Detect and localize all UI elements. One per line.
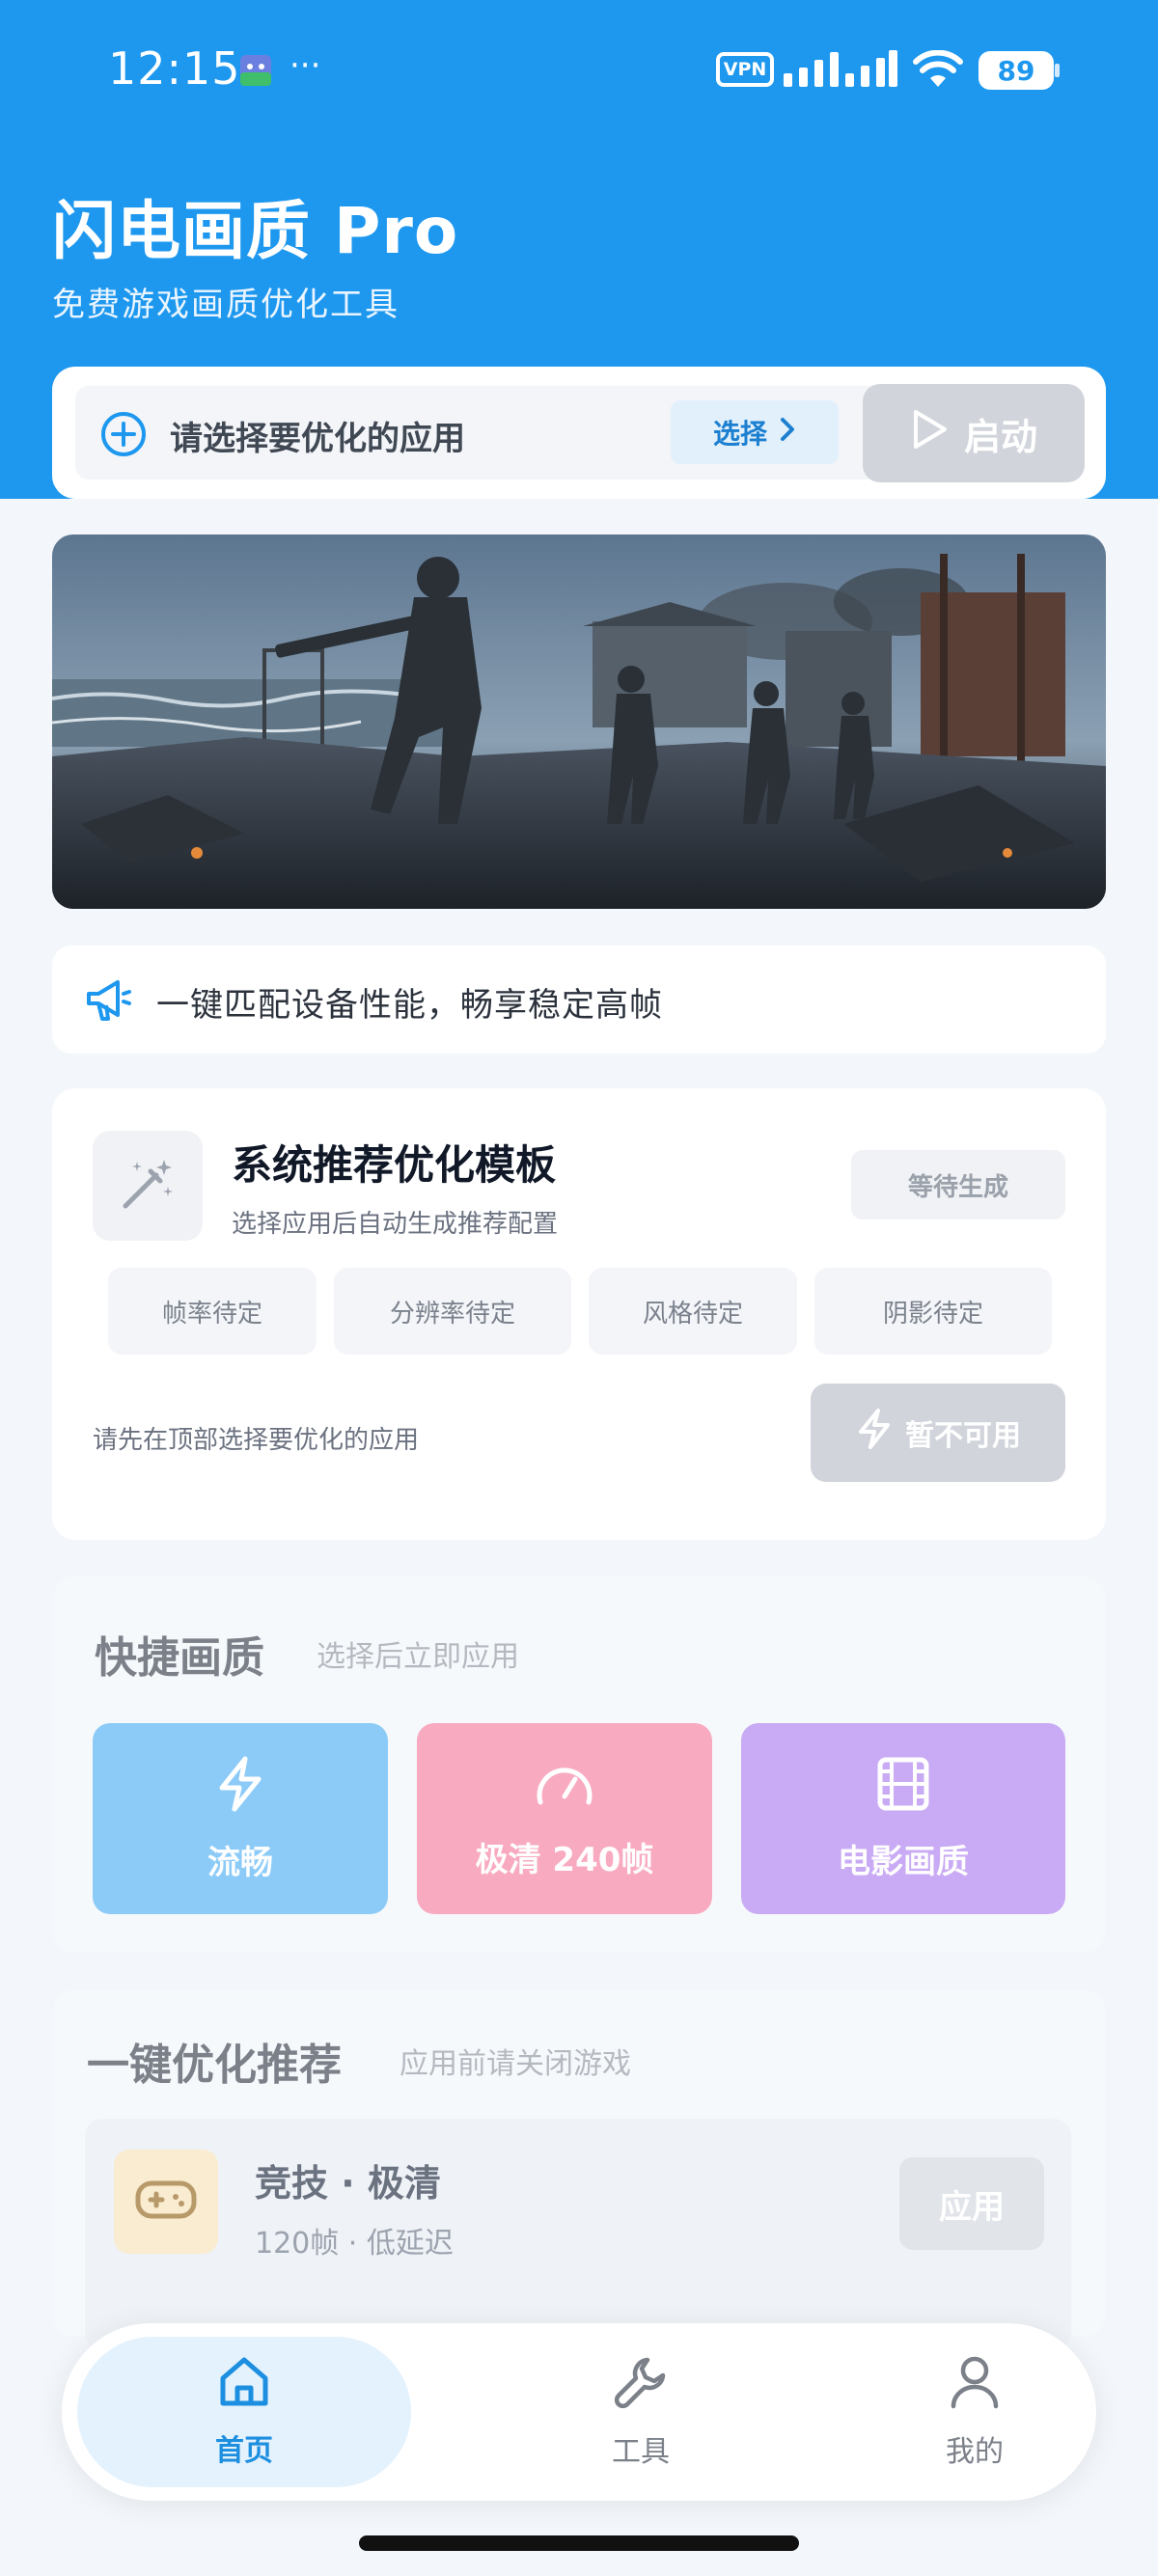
resolution-chip: 分辨率待定 <box>334 1268 571 1355</box>
template-title: 系统推荐优化模板 <box>232 1141 557 1189</box>
battery-indicator: 89 <box>979 51 1054 90</box>
recommend-item-meta: 120帧 · 低延迟 <box>255 2227 454 2261</box>
one-click-subtitle: 应用前请关闭游戏 <box>400 2047 631 2081</box>
app-selector-card: 请选择要优化的应用 选择 启动 <box>52 367 1106 499</box>
recommended-template-card: 系统推荐优化模板 选择应用后自动生成推荐配置 等待生成 帧率待定 分辨率待定 风… <box>52 1088 1106 1540</box>
recommend-item-name: 竞技 · 极清 <box>255 2162 441 2205</box>
add-circle-icon <box>100 411 147 461</box>
wifi-icon <box>913 49 963 93</box>
magic-wand-icon <box>118 1154 178 1218</box>
vpn-badge: VPN <box>716 52 774 87</box>
user-icon <box>949 2354 1001 2418</box>
recommend-apply-button[interactable]: 应用 <box>899 2157 1044 2250</box>
one-click-recommend-card: 一键优化推荐 应用前请关闭游戏 竞技 · 极清 120帧 · 低延迟 应用 <box>52 1989 1106 2350</box>
chevron-right-icon <box>779 417 796 449</box>
app-subtitle: 免费游戏画质优化工具 <box>52 286 400 324</box>
quality-ultra-240-button[interactable]: 极清 240帧 <box>417 1723 712 1914</box>
app-title: 闪电画质 Pro <box>52 194 459 268</box>
nav-me-label: 我的 <box>946 2435 1004 2469</box>
megaphone-icon <box>85 978 131 1027</box>
template-icon-box <box>93 1131 203 1241</box>
battery-tip <box>1055 64 1060 77</box>
app-notification-icon <box>238 53 273 88</box>
speedometer-icon <box>535 1758 594 1814</box>
style-chip: 风格待定 <box>589 1268 797 1355</box>
quality-ultra-240-label: 极清 240帧 <box>475 1840 654 1879</box>
gamepad-icon <box>135 2178 197 2226</box>
film-icon <box>876 1756 930 1816</box>
lightning-icon <box>855 1408 894 1458</box>
quality-cinema-button[interactable]: 电影画质 <box>741 1723 1065 1914</box>
app-selector-field[interactable]: 请选择要优化的应用 选择 <box>75 386 892 480</box>
quick-quality-subtitle: 选择后立即应用 <box>317 1640 519 1674</box>
template-apply-button[interactable]: 暂不可用 <box>811 1384 1065 1482</box>
quick-quality-title: 快捷画质 <box>95 1633 264 1683</box>
template-subtitle: 选择应用后自动生成推荐配置 <box>232 1210 559 1239</box>
home-icon <box>217 2355 271 2417</box>
app-selector-placeholder: 请选择要优化的应用 <box>170 420 465 458</box>
nav-tools-label: 工具 <box>612 2435 670 2469</box>
quick-quality-card: 快捷画质 选择后立即应用 流畅 极清 240帧 电影画质 <box>52 1576 1106 1953</box>
template-status-badge: 等待生成 <box>851 1150 1065 1219</box>
status-time: 12:15 <box>108 42 241 95</box>
notice-banner: 一键匹配设备性能，畅享稳定高帧 <box>52 945 1106 1054</box>
status-bar: 12:15 ··· VPN 89 <box>0 0 1158 140</box>
quality-smooth-label: 流畅 <box>207 1843 273 1882</box>
select-app-label: 选择 <box>712 418 767 450</box>
framerate-chip: 帧率待定 <box>108 1268 317 1355</box>
quality-cinema-label: 电影画质 <box>838 1842 969 1881</box>
notice-text: 一键匹配设备性能，畅享稳定高帧 <box>156 986 663 1025</box>
nav-me[interactable]: 我的 <box>811 2337 1139 2487</box>
template-hint: 请先在顶部选择要优化的应用 <box>93 1426 420 1455</box>
play-icon <box>910 408 949 459</box>
signal-icon <box>784 48 897 93</box>
bottom-navigation: 首页 工具 我的 <box>62 2323 1096 2501</box>
recommend-item[interactable]: 竞技 · 极清 120帧 · 低延迟 应用 <box>85 2119 1071 2350</box>
quality-smooth-button[interactable]: 流畅 <box>93 1723 388 1914</box>
template-apply-label: 暂不可用 <box>905 1419 1021 1453</box>
shadow-chip: 阴影待定 <box>814 1268 1052 1355</box>
one-click-title: 一键优化推荐 <box>87 2041 342 2090</box>
game-banner-image[interactable] <box>52 534 1106 909</box>
home-indicator <box>359 2535 799 2551</box>
nav-tools[interactable]: 工具 <box>477 2337 805 2487</box>
select-app-button[interactable]: 选择 <box>671 400 839 464</box>
nav-home-label: 首页 <box>215 2434 273 2468</box>
status-more-icon: ··· <box>290 46 321 85</box>
gamepad-icon-box <box>114 2150 218 2254</box>
start-button[interactable]: 启动 <box>863 384 1085 482</box>
nav-home[interactable]: 首页 <box>77 2337 411 2487</box>
start-label: 启动 <box>963 415 1037 458</box>
wrench-icon <box>613 2354 669 2418</box>
lightning-icon <box>213 1755 267 1817</box>
